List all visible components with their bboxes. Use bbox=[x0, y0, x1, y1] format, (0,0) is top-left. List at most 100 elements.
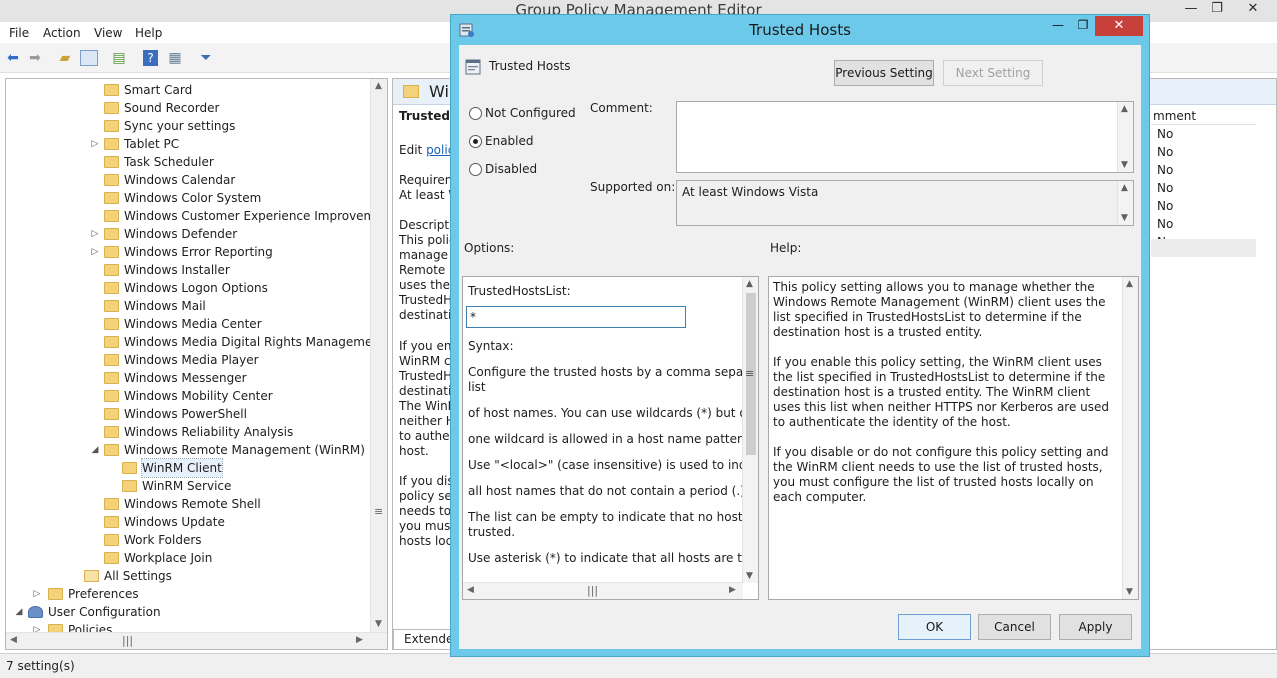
collapse-icon[interactable]: ◢ bbox=[14, 603, 24, 621]
options-pane[interactable]: TrustedHostsList: * Syntax: Configure th… bbox=[462, 276, 759, 600]
menu-view[interactable]: View bbox=[94, 26, 122, 40]
tree-item[interactable]: ▷ Windows Defender bbox=[6, 225, 370, 243]
menu-file[interactable]: File bbox=[9, 26, 29, 40]
next-setting-button[interactable]: Next Setting bbox=[943, 60, 1043, 86]
trusted-hosts-list-input[interactable]: * bbox=[466, 306, 686, 328]
dialog-close-button[interactable]: ✕ bbox=[1095, 16, 1143, 36]
tree-item[interactable]: Windows Mail bbox=[6, 297, 370, 315]
radio-not-configured[interactable] bbox=[469, 107, 482, 120]
main-close-button[interactable]: ✕ bbox=[1238, 0, 1268, 20]
tree-item[interactable]: Workplace Join bbox=[6, 549, 370, 567]
tree-item-label: All Settings bbox=[104, 569, 172, 583]
folder-icon bbox=[104, 426, 119, 438]
tree-horizontal-scrollbar[interactable]: ◀ ||| ▶ bbox=[6, 632, 387, 649]
up-folder-icon[interactable]: ▰ bbox=[56, 49, 74, 67]
radio-enabled[interactable] bbox=[469, 135, 482, 148]
tree-item[interactable]: Windows Mobility Center bbox=[6, 387, 370, 405]
radio-not-configured-label[interactable]: Not Configured bbox=[485, 106, 576, 120]
tree-item[interactable]: Windows Installer bbox=[6, 261, 370, 279]
scroll-right-icon[interactable]: ▶ bbox=[356, 635, 363, 645]
scroll-down-icon[interactable]: ▼ bbox=[746, 571, 753, 581]
folder-icon bbox=[104, 444, 119, 456]
scroll-down-icon[interactable]: ▼ bbox=[1126, 587, 1133, 597]
tree-item[interactable]: ◢ Windows Remote Management (WinRM) bbox=[6, 441, 370, 459]
scroll-up-icon[interactable]: ▲ bbox=[375, 81, 382, 91]
show-hide-tree-icon[interactable] bbox=[80, 50, 98, 66]
tab-extended[interactable]: Extended bbox=[393, 629, 461, 649]
tree-item[interactable]: Task Scheduler bbox=[6, 153, 370, 171]
main-maximize-button[interactable]: ❐ bbox=[1202, 0, 1232, 20]
expand-icon[interactable]: ▷ bbox=[90, 243, 100, 261]
tree-item[interactable]: All Settings bbox=[6, 567, 370, 585]
supported-scrollbar[interactable]: ▲ ▼ bbox=[1117, 181, 1133, 225]
tree-item[interactable]: Sync your settings bbox=[6, 117, 370, 135]
tree-vertical-scrollbar[interactable]: ▲ ≡ ▼ bbox=[370, 79, 387, 633]
tree-item[interactable]: Smart Card bbox=[6, 81, 370, 99]
expand-icon[interactable]: ▷ bbox=[90, 135, 100, 153]
tree-item[interactable]: Windows Calendar bbox=[6, 171, 370, 189]
tree-item[interactable]: Sound Recorder bbox=[6, 99, 370, 117]
help-pane[interactable]: This policy setting allows you to manage… bbox=[768, 276, 1139, 600]
collapse-icon[interactable]: ◢ bbox=[90, 441, 100, 459]
radio-disabled-label[interactable]: Disabled bbox=[485, 162, 537, 176]
scroll-down-icon[interactable]: ▼ bbox=[375, 619, 382, 629]
scroll-up-icon[interactable]: ▲ bbox=[1121, 104, 1128, 114]
navigation-tree[interactable]: Smart Card Sound Recorder Sync your settin… bbox=[5, 78, 388, 650]
comment-scrollbar[interactable]: ▲ ▼ bbox=[1117, 102, 1133, 172]
dialog-maximize-button[interactable]: ❐ bbox=[1071, 16, 1095, 36]
ok-button[interactable]: OK bbox=[898, 614, 971, 640]
syntax-line: Use asterisk (*) to indicate that all ho… bbox=[468, 551, 759, 565]
tree-item[interactable]: ◢ User Configuration bbox=[6, 603, 370, 621]
help-scrollbar[interactable]: ▲ ▼ bbox=[1122, 277, 1138, 599]
tree-item[interactable]: WinRM Client bbox=[6, 458, 370, 478]
help-icon[interactable]: ? bbox=[143, 50, 158, 66]
back-arrow-icon[interactable]: ⬅ bbox=[4, 49, 22, 67]
options-vertical-scrollbar[interactable]: ▲ ≡ ▼ bbox=[742, 277, 758, 583]
scroll-down-icon[interactable]: ▼ bbox=[1121, 160, 1128, 170]
scroll-grip-icon[interactable]: ||| bbox=[587, 584, 598, 597]
menu-action[interactable]: Action bbox=[43, 26, 81, 40]
expand-icon[interactable]: ▷ bbox=[32, 585, 42, 603]
scroll-up-icon[interactable]: ▲ bbox=[1126, 279, 1133, 289]
tree-item[interactable]: Windows Remote Shell bbox=[6, 495, 370, 513]
scroll-up-icon[interactable]: ▲ bbox=[746, 279, 753, 289]
tree-item[interactable]: Windows Media Digital Rights Management bbox=[6, 333, 385, 351]
tree-item[interactable]: Windows Color System bbox=[6, 189, 370, 207]
tree-item[interactable]: Windows Update bbox=[6, 513, 370, 531]
tree-item[interactable]: ▷ Preferences bbox=[6, 585, 370, 603]
previous-setting-button[interactable]: Previous Setting bbox=[834, 60, 934, 86]
radio-enabled-label[interactable]: Enabled bbox=[485, 134, 534, 148]
tree-item[interactable]: Windows Messenger bbox=[6, 369, 370, 387]
cancel-button[interactable]: Cancel bbox=[978, 614, 1051, 640]
tree-item[interactable]: WinRM Service bbox=[6, 477, 370, 495]
export-list-icon[interactable]: ▤ bbox=[110, 49, 128, 67]
scroll-up-icon[interactable]: ▲ bbox=[1121, 183, 1128, 193]
tree-item[interactable]: Windows Logon Options bbox=[6, 279, 370, 297]
scroll-down-icon[interactable]: ▼ bbox=[1121, 213, 1128, 223]
menu-help[interactable]: Help bbox=[135, 26, 162, 40]
properties-icon[interactable]: ▦ bbox=[166, 49, 184, 67]
scroll-left-icon[interactable]: ◀ bbox=[10, 635, 17, 645]
comment-textarea[interactable]: ▲ ▼ bbox=[676, 101, 1134, 173]
expand-icon[interactable]: ▷ bbox=[90, 225, 100, 243]
comment-column-header[interactable]: mment bbox=[1151, 107, 1256, 125]
tree-item[interactable]: Windows Customer Experience Improvement … bbox=[6, 207, 387, 225]
scroll-left-icon[interactable]: ◀ bbox=[467, 585, 474, 595]
setting-name: Trusted Hosts bbox=[489, 59, 571, 73]
options-horizontal-scrollbar[interactable]: ◀ ||| ▶ bbox=[463, 582, 743, 599]
tree-item[interactable]: ▷ Tablet PC bbox=[6, 135, 370, 153]
tree-item[interactable]: Work Folders bbox=[6, 531, 370, 549]
tree-item[interactable]: Windows Media Player bbox=[6, 351, 370, 369]
forward-arrow-icon[interactable]: ➡ bbox=[26, 49, 44, 67]
tree-item[interactable]: Windows Reliability Analysis bbox=[6, 423, 370, 441]
filter-icon[interactable]: ⏷ bbox=[197, 49, 215, 67]
dialog-minimize-button[interactable]: — bbox=[1045, 16, 1071, 36]
scroll-grip-icon[interactable]: ≡ bbox=[374, 505, 383, 518]
apply-button[interactable]: Apply bbox=[1059, 614, 1132, 640]
scroll-right-icon[interactable]: ▶ bbox=[729, 585, 736, 595]
tree-item[interactable]: Windows Media Center bbox=[6, 315, 370, 333]
tree-item[interactable]: ▷ Windows Error Reporting bbox=[6, 243, 370, 261]
scroll-grip-icon[interactable]: ||| bbox=[122, 634, 133, 647]
radio-disabled[interactable] bbox=[469, 163, 482, 176]
tree-item[interactable]: Windows PowerShell bbox=[6, 405, 370, 423]
